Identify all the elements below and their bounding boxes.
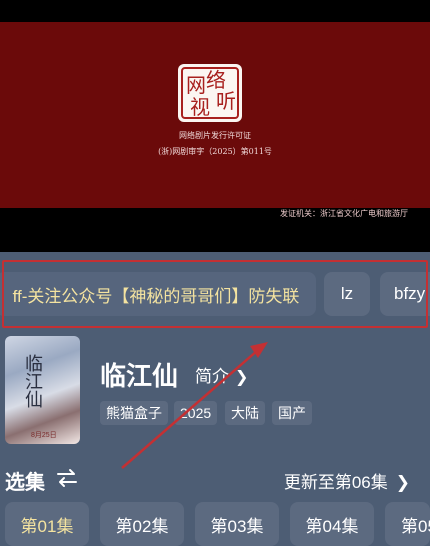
swap-order-icon[interactable] xyxy=(56,468,78,488)
tag-source: 熊猫盒子 xyxy=(100,401,168,425)
license-title: 网络剧片发行许可证 xyxy=(179,131,251,140)
episode-button-03[interactable]: 第03集 xyxy=(195,502,279,546)
episode-button-05[interactable]: 第05集 xyxy=(385,502,430,546)
update-text: 更新至第06集 xyxy=(283,473,388,492)
episode-button-04[interactable]: 第04集 xyxy=(290,502,374,546)
chevron-right-icon: ❯ xyxy=(235,369,249,386)
episodes-update-link[interactable]: 更新至第06集 ❯ xyxy=(284,468,410,493)
seal-char: 听 xyxy=(216,89,236,113)
annotation-highlight-box xyxy=(2,260,428,328)
tag-year: 2025 xyxy=(174,401,218,425)
tag-category: 国产 xyxy=(272,401,312,425)
tag-region: 大陆 xyxy=(225,401,265,425)
poster-title: 临江仙 xyxy=(22,354,43,408)
chevron-right-icon: ❯ xyxy=(395,473,410,492)
episode-label: 第04集 xyxy=(305,516,359,536)
show-poster[interactable]: 临江仙 8月25日 xyxy=(5,336,80,444)
license-screen: 络 网 听 视 网络剧片发行许可证 (浙)网剧审字（2025）第011号 发证机… xyxy=(0,22,430,218)
seal-char: 络 xyxy=(206,68,226,92)
seal-char: 网 xyxy=(186,73,206,97)
episode-button-01[interactable]: 第01集 xyxy=(5,502,89,546)
seal-char: 视 xyxy=(190,95,210,119)
license-number: (浙)网剧审字（2025）第011号 xyxy=(158,147,272,156)
intro-button[interactable]: 简介 ❯ xyxy=(195,362,248,387)
episode-label: 第01集 xyxy=(20,516,74,536)
license-issuer: 发证机关：浙江省文化广电和旅游厅 xyxy=(280,209,408,218)
episode-label: 第05集 xyxy=(401,516,430,536)
episodes-label: 选集 xyxy=(5,472,45,494)
show-title: 临江仙 xyxy=(100,361,179,391)
episode-button-02[interactable]: 第02集 xyxy=(100,502,184,546)
license-seal-logo: 络 网 听 视 xyxy=(178,64,242,122)
poster-date: 8月25日 xyxy=(31,432,57,439)
intro-label: 简介 xyxy=(195,367,229,386)
video-player[interactable]: 络 网 听 视 网络剧片发行许可证 (浙)网剧审字（2025）第011号 发证机… xyxy=(0,0,430,252)
episode-label: 第02集 xyxy=(115,516,169,536)
episode-label: 第03集 xyxy=(210,516,264,536)
